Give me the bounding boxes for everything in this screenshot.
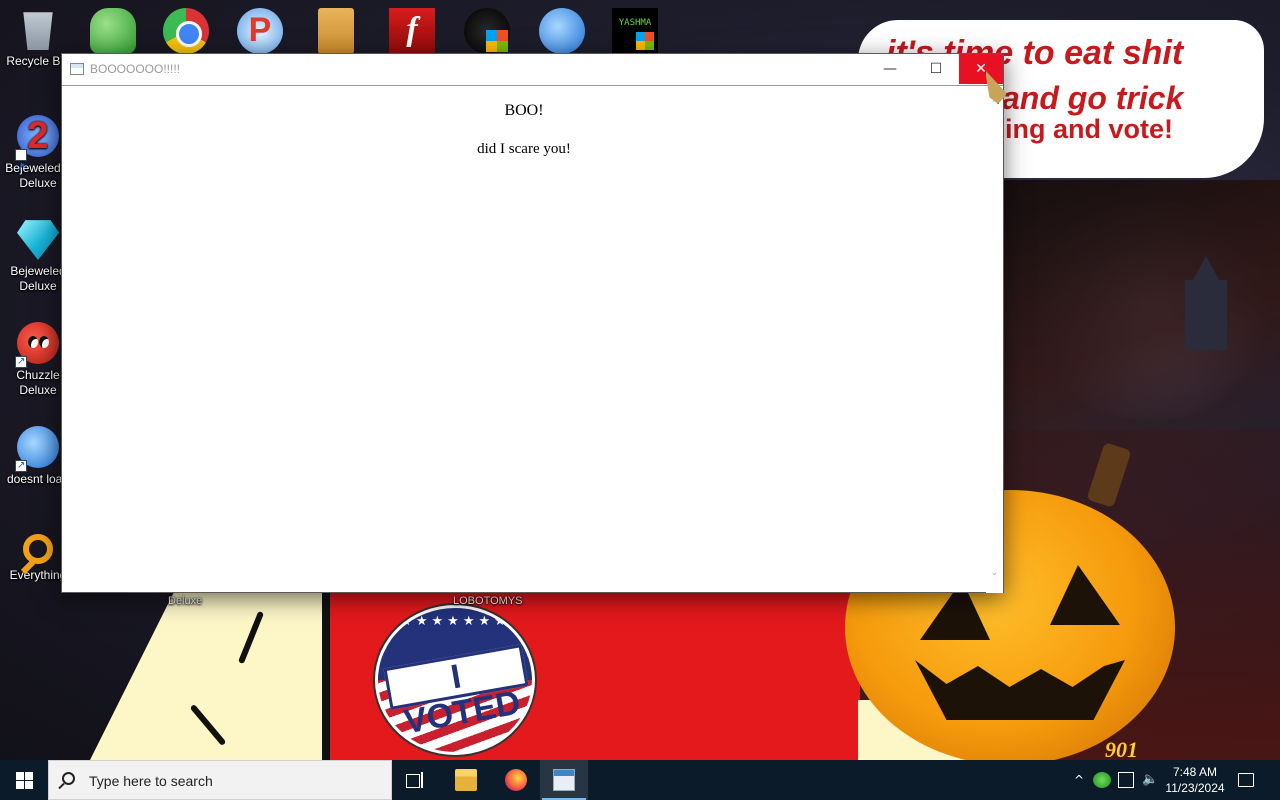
taskbar: Type here to search ^ 🔈 7:48 AM 11/23/20… — [0, 760, 1280, 800]
everything-search-icon — [23, 534, 53, 564]
window-titlebar[interactable]: BOOOOOOO!!!!! — ☐ ✕ — [62, 54, 1003, 84]
chrome-icon[interactable] — [163, 8, 209, 54]
volume-icon[interactable]: 🔈 — [1142, 760, 1158, 800]
yashma-icon[interactable]: YASHMA — [612, 8, 658, 54]
msn-messenger-icon[interactable] — [90, 8, 136, 54]
chuzzle-icon — [15, 322, 59, 369]
network-icon[interactable] — [1118, 772, 1134, 788]
close-button[interactable]: ✕ — [959, 54, 1003, 84]
shield-admin-icon[interactable] — [464, 8, 510, 54]
thunderbird-icon — [15, 426, 59, 473]
search-icon — [62, 772, 75, 785]
bejeweled-gem-icon — [17, 220, 59, 260]
shortcut-arrow-icon — [15, 147, 27, 189]
folder-icon[interactable] — [318, 8, 354, 54]
show-hidden-icons-chevron-icon[interactable]: ^ — [1070, 760, 1088, 800]
search-placeholder: Type here to search — [89, 773, 213, 789]
window-title: BOOOOOOO!!!!! — [90, 62, 181, 76]
windows-logo-icon — [16, 772, 33, 789]
clock-date: 11/23/2024 — [1165, 781, 1225, 795]
shortcut-arrow-icon — [15, 458, 27, 473]
scare-message: did I scare you! — [477, 141, 571, 157]
bejeweled-2-icon: 2 — [15, 115, 59, 189]
recycle-bin-icon — [23, 12, 53, 50]
file-explorer-icon — [455, 769, 477, 791]
i-voted-sticker: ★★★★★★★ I VOTED — [375, 605, 535, 755]
taskbar-clock[interactable]: 7:48 AM 11/23/2024 — [1164, 760, 1226, 800]
pumpkin-tag: 901 — [1105, 737, 1138, 760]
notifications-icon[interactable] — [1238, 773, 1254, 787]
wallpaper-drawing-edge — [322, 592, 330, 760]
minimize-button[interactable]: — — [867, 54, 913, 84]
boo-window: BOOOOOOO!!!!! — ☐ ✕ BOO! did I scare you… — [61, 53, 1004, 593]
speech-line-3: ing and vote! — [1005, 114, 1173, 144]
taskbar-app-firefox[interactable] — [492, 760, 540, 800]
scroll-down-arrow-icon[interactable]: ⌄ — [986, 564, 1003, 581]
taskbar-app-boo-window[interactable] — [540, 760, 588, 800]
clock-time: 7:48 AM — [1172, 765, 1218, 779]
desktop-icon-label[interactable]: LOBOTOMYS — [453, 595, 522, 607]
flash-player-icon[interactable]: f — [389, 8, 435, 54]
vertical-scrollbar[interactable]: ⌃ ⌄ — [986, 86, 1003, 593]
start-button[interactable] — [0, 760, 48, 800]
wallpaper-church — [1185, 256, 1227, 350]
maximize-button[interactable]: ☐ — [913, 54, 959, 84]
taskbar-search-box[interactable]: Type here to search — [48, 760, 392, 800]
firefox-icon — [505, 769, 527, 791]
thunderbird-icon[interactable] — [539, 8, 585, 54]
app-window-icon — [70, 63, 84, 75]
window-content: BOO! did I scare you! ⌃ ⌄ — [62, 85, 1003, 593]
taskbar-app-file-explorer[interactable] — [442, 760, 490, 800]
speech-line-2: and go trick — [1002, 80, 1184, 116]
task-view-button[interactable] — [404, 770, 426, 790]
shortcut-arrow-icon — [15, 354, 27, 369]
people-icon[interactable] — [1093, 772, 1111, 788]
p-game-icon[interactable]: P — [237, 8, 283, 54]
app-window-icon — [553, 769, 575, 791]
desktop-icon-label[interactable]: Deluxe — [168, 595, 202, 607]
boo-heading: BOO! — [504, 102, 544, 119]
wallpaper-drawing-cream — [90, 592, 330, 760]
